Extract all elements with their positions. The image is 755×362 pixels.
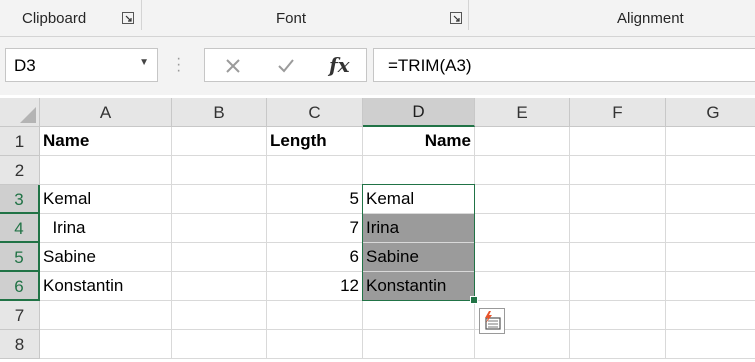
cell-c2[interactable] <box>267 156 363 185</box>
alignment-group-label: Alignment <box>617 10 684 27</box>
more-options-icon[interactable]: · · · <box>176 51 181 79</box>
insert-function-icon[interactable]: fx <box>329 53 350 77</box>
column-header-g[interactable]: G <box>666 98 755 127</box>
cell-a2[interactable] <box>40 156 172 185</box>
row-header-3[interactable]: 3 <box>0 185 40 214</box>
dialog-launcher-icon[interactable] <box>122 12 134 24</box>
cell-c4[interactable]: 7 <box>267 214 363 243</box>
cell-a3[interactable]: Kemal <box>40 185 172 214</box>
cell-f1[interactable] <box>570 127 666 156</box>
column-header-c[interactable]: C <box>267 98 363 127</box>
cell-g2[interactable] <box>666 156 755 185</box>
cell-f8[interactable] <box>570 330 666 359</box>
cell-f3[interactable] <box>570 185 666 214</box>
chevron-down-icon[interactable]: ▼ <box>139 57 149 68</box>
cell-b7[interactable] <box>172 301 267 330</box>
cell-f2[interactable] <box>570 156 666 185</box>
cell-d7[interactable] <box>363 301 475 330</box>
cell-b6[interactable] <box>172 272 267 301</box>
cell-a8[interactable] <box>40 330 172 359</box>
column-header-a[interactable]: A <box>40 98 172 127</box>
formula-input[interactable]: =TRIM(A3) <box>373 48 755 82</box>
cell-e4[interactable] <box>475 214 570 243</box>
cell-c7[interactable] <box>267 301 363 330</box>
cell-e3[interactable] <box>475 185 570 214</box>
cell-b5[interactable] <box>172 243 267 272</box>
cell-g3[interactable] <box>666 185 755 214</box>
font-group: Font <box>142 0 468 36</box>
column-header-f[interactable]: F <box>570 98 666 127</box>
row-header-6[interactable]: 6 <box>0 272 40 301</box>
formula-buttons: fx <box>204 48 367 82</box>
cell-b1[interactable] <box>172 127 267 156</box>
cell-b8[interactable] <box>172 330 267 359</box>
ribbon: Clipboard Font Alignment <box>0 0 755 37</box>
cell-a7[interactable] <box>40 301 172 330</box>
formula-bar: D3 ▼ · · · fx =TRIM(A3) <box>0 37 755 95</box>
cell-d5[interactable]: Sabine <box>363 243 475 272</box>
cell-b2[interactable] <box>172 156 267 185</box>
formula-text: =TRIM(A3) <box>388 56 472 75</box>
cell-d4[interactable]: Irina <box>363 214 475 243</box>
name-box-value: D3 <box>14 56 36 75</box>
cell-a6[interactable]: Konstantin <box>40 272 172 301</box>
cancel-icon[interactable] <box>225 58 241 74</box>
column-header-b[interactable]: B <box>172 98 267 127</box>
cell-a1[interactable]: Name <box>40 127 172 156</box>
cell-c3[interactable]: 5 <box>267 185 363 214</box>
cell-g6[interactable] <box>666 272 755 301</box>
cell-e6[interactable] <box>475 272 570 301</box>
dialog-launcher-icon[interactable] <box>450 12 462 24</box>
column-header-e[interactable]: E <box>475 98 570 127</box>
cell-d8[interactable] <box>363 330 475 359</box>
cell-e1[interactable] <box>475 127 570 156</box>
name-box[interactable]: D3 ▼ <box>5 48 158 82</box>
font-group-label: Font <box>276 10 307 27</box>
row-header-7[interactable]: 7 <box>0 301 40 330</box>
select-all-corner[interactable] <box>0 98 40 127</box>
cell-b3[interactable] <box>172 185 267 214</box>
row-header-8[interactable]: 8 <box>0 330 40 359</box>
row-header-4[interactable]: 4 <box>0 214 40 243</box>
row-header-2[interactable]: 2 <box>0 156 40 185</box>
cell-f7[interactable] <box>570 301 666 330</box>
cell-c8[interactable] <box>267 330 363 359</box>
cell-d1[interactable]: Name <box>363 127 475 156</box>
row-header-1[interactable]: 1 <box>0 127 40 156</box>
clipboard-group-label: Clipboard <box>22 10 87 27</box>
quick-analysis-icon <box>485 311 501 330</box>
cell-d3[interactable]: Kemal <box>363 185 475 214</box>
cell-e5[interactable] <box>475 243 570 272</box>
fill-handle[interactable] <box>470 296 478 304</box>
cell-g5[interactable] <box>666 243 755 272</box>
column-header-d[interactable]: D <box>363 98 475 127</box>
cell-g4[interactable] <box>666 214 755 243</box>
quick-analysis-button[interactable] <box>479 308 505 334</box>
alignment-group: Alignment <box>469 0 755 36</box>
cell-f4[interactable] <box>570 214 666 243</box>
cell-b4[interactable] <box>172 214 267 243</box>
cell-g8[interactable] <box>666 330 755 359</box>
select-all-triangle-icon <box>20 107 36 123</box>
cell-f6[interactable] <box>570 272 666 301</box>
spreadsheet-grid: A B C D E F G 1 2 3 4 5 6 7 8 Name Length… <box>0 98 755 362</box>
enter-check-icon[interactable] <box>277 58 295 74</box>
clipboard-group: Clipboard <box>0 0 140 36</box>
cell-f5[interactable] <box>570 243 666 272</box>
cell-e2[interactable] <box>475 156 570 185</box>
cell-d6[interactable]: Konstantin <box>363 272 475 301</box>
cell-a4[interactable]: Irina <box>40 214 172 243</box>
cell-c1[interactable]: Length <box>267 127 363 156</box>
cell-c5[interactable]: 6 <box>267 243 363 272</box>
cell-a5[interactable]: Sabine <box>40 243 172 272</box>
cell-g7[interactable] <box>666 301 755 330</box>
cell-g1[interactable] <box>666 127 755 156</box>
cell-c6[interactable]: 12 <box>267 272 363 301</box>
row-header-5[interactable]: 5 <box>0 243 40 272</box>
cell-d2[interactable] <box>363 156 475 185</box>
